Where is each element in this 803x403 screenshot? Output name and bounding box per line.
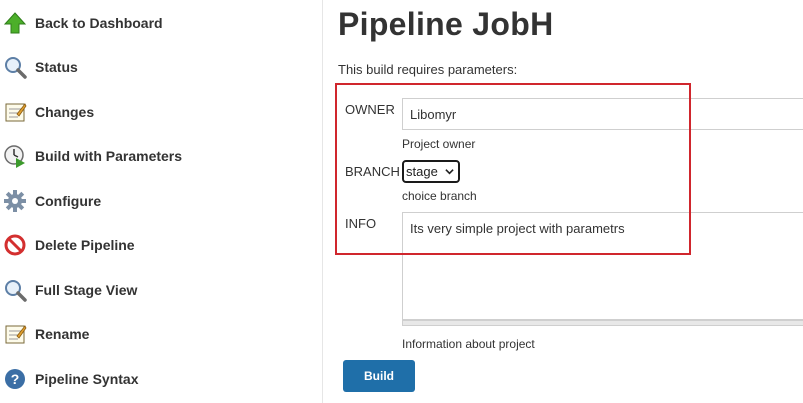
info-label: INFO	[345, 216, 377, 231]
sidebar-item-back-to-dashboard[interactable]: Back to Dashboard	[0, 3, 322, 43]
sidebar-item-label: Rename	[35, 326, 90, 342]
gear-icon	[4, 190, 26, 212]
magnifier-icon	[5, 57, 27, 79]
svg-text:?: ?	[11, 371, 20, 387]
sidebar: Back to Dashboard Status Changes Build w…	[0, 0, 323, 403]
magnifier-icon	[5, 280, 27, 302]
sidebar-item-label: Status	[35, 59, 78, 75]
sidebar-item-changes[interactable]: Changes	[0, 92, 322, 132]
main-content: Pipeline JobH This build requires parame…	[323, 0, 803, 403]
up-arrow-icon	[3, 12, 27, 34]
chevron-down-icon	[445, 169, 454, 175]
clock-play-icon	[4, 145, 25, 168]
sidebar-item-full-stage-view[interactable]: Full Stage View	[0, 270, 322, 310]
parameters-intro: This build requires parameters:	[338, 62, 518, 77]
sidebar-item-build-with-parameters[interactable]: Build with Parameters	[0, 136, 322, 176]
info-description: Information about project	[402, 337, 535, 351]
help-icon: ?	[5, 369, 25, 389]
info-textarea[interactable]: Its very simple project with parametrs	[402, 212, 803, 320]
sidebar-item-label: Configure	[35, 193, 102, 209]
info-resize-bar[interactable]	[402, 320, 803, 326]
branch-label: BRANCH	[345, 164, 400, 179]
sidebar-item-status[interactable]: Status	[0, 47, 322, 87]
branch-selected-value: stage	[406, 164, 438, 179]
sidebar-item-label: Back to Dashboard	[35, 15, 163, 31]
no-entry-icon	[4, 234, 26, 256]
sidebar-item-label: Changes	[35, 104, 95, 120]
sidebar-item-label: Build with Parameters	[35, 148, 183, 164]
owner-description: Project owner	[402, 137, 476, 151]
sidebar-item-delete-pipeline[interactable]: Delete Pipeline	[0, 225, 322, 265]
sidebar-item-label: Pipeline Syntax	[35, 371, 139, 387]
build-button[interactable]: Build	[343, 360, 415, 392]
sidebar-item-rename[interactable]: Rename	[0, 314, 322, 354]
branch-select[interactable]: stage	[402, 160, 460, 183]
owner-input[interactable]	[402, 98, 803, 130]
sidebar-item-label: Delete Pipeline	[35, 237, 135, 253]
sidebar-item-label: Full Stage View	[35, 282, 138, 298]
owner-label: OWNER	[345, 102, 395, 117]
branch-description: choice branch	[402, 189, 477, 203]
notepad-icon	[5, 325, 27, 344]
sidebar-item-pipeline-syntax[interactable]: ? Pipeline Syntax	[0, 359, 322, 399]
notepad-icon	[5, 103, 27, 122]
sidebar-item-configure[interactable]: Configure	[0, 181, 322, 221]
page-title: Pipeline JobH	[338, 6, 554, 42]
